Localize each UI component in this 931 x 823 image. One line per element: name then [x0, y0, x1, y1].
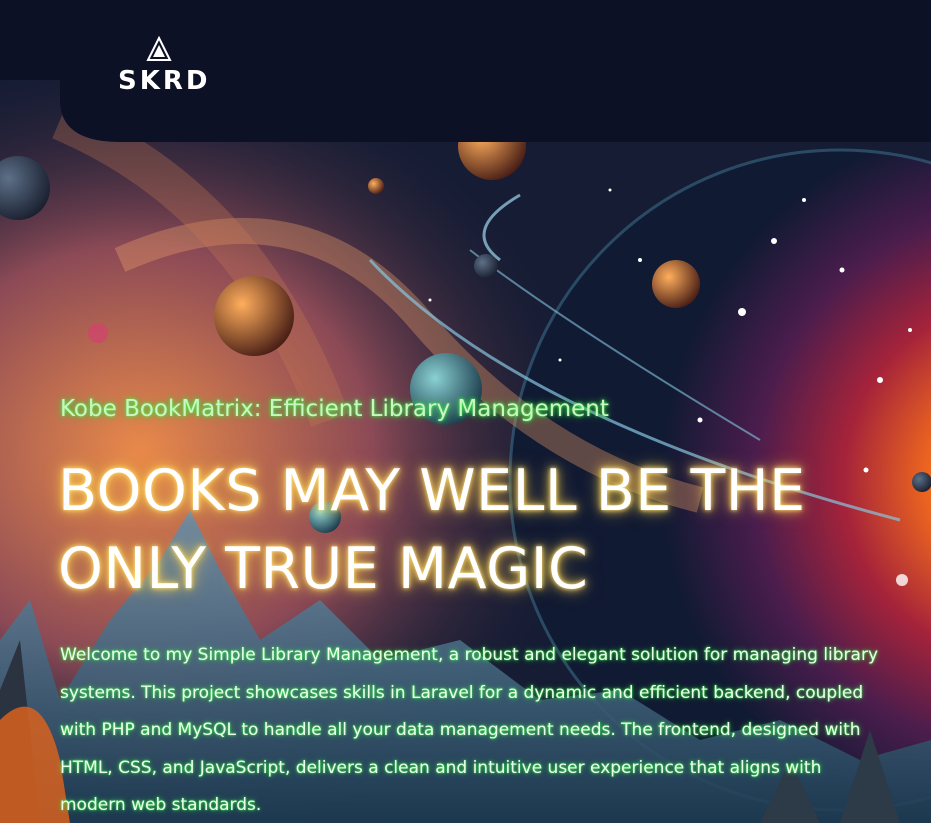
hero-description: Welcome to my Simple Library Management,… — [60, 645, 879, 815]
mountain-triangle-icon — [146, 36, 172, 61]
logo-text: SKRD — [118, 66, 211, 96]
brand-logo[interactable]: SKRD — [110, 36, 210, 100]
hero-subtitle: Kobe BookMatrix: Efficient Library Manag… — [60, 396, 609, 422]
page: SKRD Kobe BookMatrix: Efficient Library … — [0, 0, 931, 823]
hero-headline: BOOKS MAY WELL BE THE ONLY TRUE MAGIC — [58, 458, 806, 602]
